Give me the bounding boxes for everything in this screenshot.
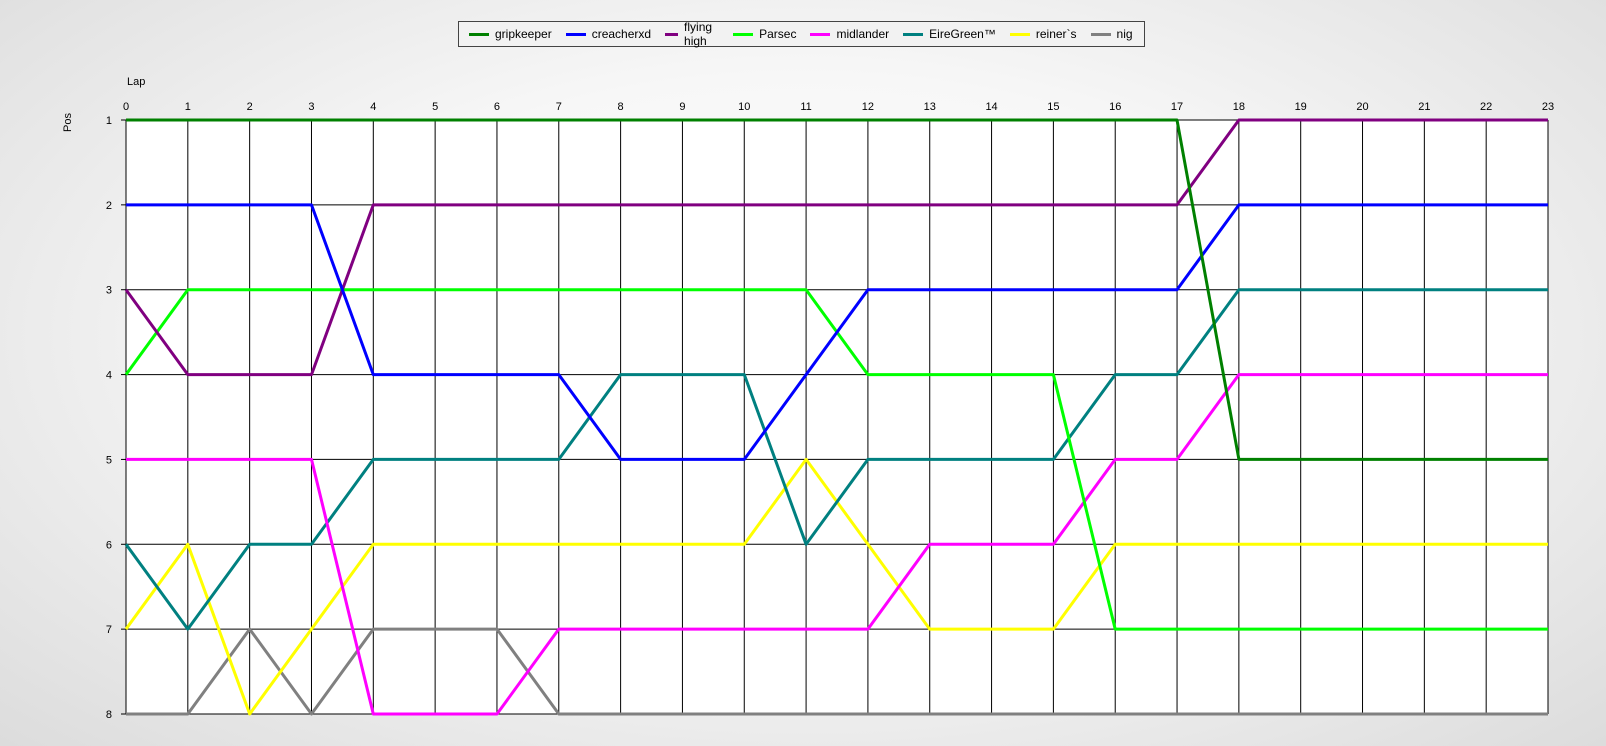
x-tick-label: 12 bbox=[862, 101, 874, 113]
plot-background bbox=[126, 120, 1548, 714]
x-tick-label: 18 bbox=[1233, 101, 1245, 113]
x-tick-label: 16 bbox=[1109, 101, 1121, 113]
x-tick-label: 17 bbox=[1171, 101, 1183, 113]
y-tick-label: 2 bbox=[106, 200, 112, 212]
x-tick-label: 1 bbox=[185, 101, 191, 113]
x-tick-label: 0 bbox=[123, 101, 129, 113]
plot-area: 0 1 2 3 4 5 6 7 8 9 10 11 12 13 14 15 16 17 18 19 20 21 22 2312… bbox=[106, 101, 1554, 721]
x-tick-label: 7 bbox=[556, 101, 562, 113]
x-tick-label: 8 bbox=[618, 101, 624, 113]
x-tick-label: 10 bbox=[738, 101, 750, 113]
x-tick-label: 14 bbox=[985, 101, 997, 113]
y-tick-label: 7 bbox=[106, 624, 112, 636]
x-tick-label: 21 bbox=[1418, 101, 1430, 113]
x-tick-label: 9 bbox=[679, 101, 685, 113]
x-tick-label: 20 bbox=[1356, 101, 1368, 113]
y-tick-label: 3 bbox=[106, 285, 112, 297]
x-tick-label: 15 bbox=[1047, 101, 1059, 113]
x-tick-label: 2 bbox=[247, 101, 253, 113]
y-tick-label: 8 bbox=[106, 709, 112, 721]
x-tick-label: 11 bbox=[800, 101, 811, 113]
y-tick-label: 1 bbox=[106, 115, 112, 127]
x-tick-label: 3 bbox=[308, 101, 314, 113]
y-tick-label: 6 bbox=[106, 539, 112, 551]
x-tick-label: 23 bbox=[1542, 101, 1554, 113]
x-tick-label: 13 bbox=[924, 101, 936, 113]
race-position-chart: gripkeeper creacherxd flying high Parsec mid… bbox=[0, 0, 1606, 746]
y-tick-label: 4 bbox=[106, 370, 112, 382]
x-tick-label: 22 bbox=[1480, 101, 1492, 113]
x-tick-label: 5 bbox=[432, 101, 438, 113]
x-tick-label: 19 bbox=[1295, 101, 1307, 113]
x-tick-label: 4 bbox=[370, 101, 376, 113]
x-tick-label: 6 bbox=[494, 101, 500, 113]
y-tick-label: 5 bbox=[106, 454, 112, 466]
